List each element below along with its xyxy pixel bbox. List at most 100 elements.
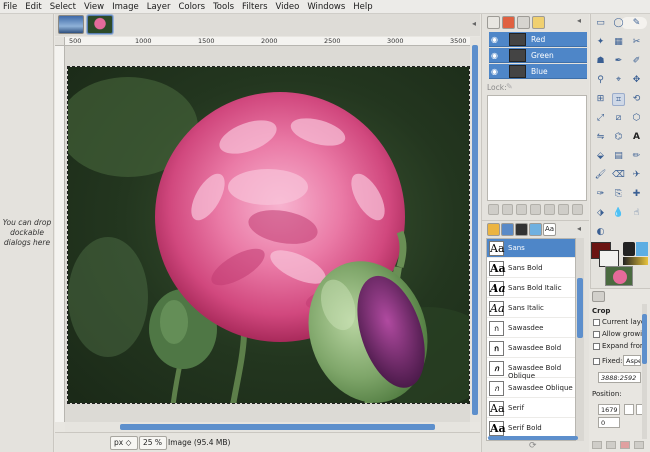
zoom-selector[interactable]: 25 % — [139, 436, 167, 450]
menu-view[interactable]: View — [84, 2, 104, 12]
rotate-icon[interactable]: ⟲ — [630, 93, 643, 106]
lock-icon[interactable]: ✎ — [506, 82, 513, 91]
font-list[interactable]: Aa Sans Aa Sans Bold Aa Sans Bold Italic Aa… — [486, 238, 576, 441]
dock-menu-icon[interactable]: ◂ — [577, 16, 581, 25]
image-tab-1[interactable] — [58, 15, 84, 34]
scale-icon[interactable]: ⤢ — [594, 112, 607, 125]
allow-growing-checkbox[interactable] — [593, 331, 600, 338]
fixed-mode-select[interactable]: Aspe — [623, 355, 641, 366]
zoom-icon[interactable]: ⚲ — [594, 74, 607, 87]
perspective-clone-icon[interactable]: ⬗ — [594, 207, 607, 220]
clone-icon[interactable]: ⎘ — [612, 188, 625, 201]
reset-options-icon[interactable] — [634, 441, 644, 449]
airbrush-icon[interactable]: ✈ — [630, 169, 643, 182]
menu-colors[interactable]: Colors — [178, 2, 205, 12]
pattern-preview-icon[interactable] — [636, 242, 648, 256]
blur-icon[interactable]: 💧 — [612, 207, 625, 220]
gradient-preview-icon[interactable] — [623, 257, 648, 265]
eye-icon[interactable]: ◉ — [491, 67, 500, 76]
lower-channel-icon[interactable] — [530, 204, 541, 215]
font-row[interactable]: Aa Sans — [487, 239, 575, 258]
position-stepper[interactable] — [624, 404, 634, 415]
move-icon[interactable]: ✥ — [630, 74, 643, 87]
eye-icon[interactable]: ◉ — [491, 35, 500, 44]
delete-options-icon[interactable] — [620, 441, 630, 449]
duplicate-channel-icon[interactable] — [544, 204, 555, 215]
foreground-select-icon[interactable]: ☗ — [594, 55, 607, 68]
font-row[interactable]: Aa Sans Bold — [487, 259, 575, 278]
vertical-scrollbar[interactable] — [470, 37, 480, 422]
pencil-icon[interactable]: ✏ — [630, 150, 643, 163]
palettes-tab[interactable] — [529, 223, 542, 236]
bucket-fill-icon[interactable]: ⬙ — [594, 150, 607, 163]
paintbrush-icon[interactable]: 🖌 — [594, 169, 607, 182]
horizontal-ruler[interactable]: 500 1000 1500 2000 2500 3000 3500 — [65, 37, 470, 46]
poppy-photo[interactable] — [67, 66, 470, 404]
channel-to-selection-icon[interactable] — [558, 204, 569, 215]
menu-help[interactable]: Help — [353, 2, 372, 12]
eraser-icon[interactable]: ⌫ — [612, 169, 625, 182]
position-y-field[interactable]: 0 — [598, 417, 620, 428]
fixed-checkbox[interactable] — [593, 358, 600, 365]
paths-tab[interactable] — [517, 16, 530, 29]
font-row[interactable]: Aa Sans Bold Italic — [487, 279, 575, 298]
crop-icon[interactable]: ⌗ — [612, 93, 625, 106]
perspective-icon[interactable]: ⬡ — [630, 112, 643, 125]
vertical-ruler[interactable] — [55, 46, 65, 422]
color-select-icon[interactable]: ▦ — [612, 36, 625, 49]
color-picker-icon[interactable]: ✐ — [630, 55, 643, 68]
menu-filters[interactable]: Filters — [242, 2, 267, 12]
background-color-swatch[interactable] — [599, 250, 619, 267]
font-list-scrollbar[interactable] — [576, 238, 584, 441]
ruler-corner[interactable] — [55, 37, 65, 46]
channel-row-red[interactable]: ◉ Red — [489, 32, 587, 47]
menu-select[interactable]: Select — [50, 2, 76, 12]
gradients-tab[interactable] — [515, 223, 528, 236]
delete-channel-icon[interactable] — [572, 204, 583, 215]
shear-icon[interactable]: ⧄ — [612, 112, 625, 125]
image-window-menu-icon[interactable]: ◂ — [472, 19, 476, 28]
font-row[interactable]: Aa Serif — [487, 399, 575, 418]
edit-channel-icon[interactable] — [488, 204, 499, 215]
aspect-ratio-field[interactable]: 3888:2592 — [598, 372, 641, 383]
image-tab-2[interactable] — [87, 15, 113, 34]
font-row[interactable]: ก Sawasdee Bold — [487, 339, 575, 358]
font-list-scroll-thumb[interactable] — [577, 278, 583, 338]
layers-tab[interactable] — [487, 16, 500, 29]
brush-preview-icon[interactable] — [623, 242, 635, 256]
unit-selector[interactable]: px ◇ — [110, 436, 138, 450]
canvas-area[interactable] — [65, 46, 470, 422]
new-channel-icon[interactable] — [502, 204, 513, 215]
align-icon[interactable]: ⊞ — [594, 93, 607, 106]
channel-row-green[interactable]: ◉ Green — [489, 48, 587, 63]
measure-icon[interactable]: ⌖ — [612, 74, 625, 87]
menu-video[interactable]: Video — [276, 2, 300, 12]
menu-image[interactable]: Image — [112, 2, 139, 12]
menu-windows[interactable]: Windows — [307, 2, 345, 12]
cage-icon[interactable]: ⌬ — [612, 131, 625, 144]
active-image-thumbnail[interactable] — [605, 266, 633, 286]
free-select-icon[interactable]: ✎ — [630, 17, 643, 30]
dodge-burn-icon[interactable]: ◐ — [594, 226, 607, 239]
font-row[interactable]: ก Sawasdee Bold Oblique — [487, 359, 575, 380]
blend-icon[interactable]: ▤ — [612, 150, 625, 163]
horizontal-scrollbar[interactable] — [65, 422, 470, 432]
vertical-scroll-thumb[interactable] — [472, 45, 478, 415]
paths-icon[interactable]: ✒ — [612, 55, 625, 68]
smudge-icon[interactable]: ☝ — [630, 207, 643, 220]
ink-icon[interactable]: ✑ — [594, 188, 607, 201]
menu-tools[interactable]: Tools — [213, 2, 234, 12]
dock-menu-icon[interactable]: ◂ — [577, 224, 581, 233]
font-row[interactable]: ก Sawasdee Oblique — [487, 379, 575, 398]
refresh-fonts-icon[interactable]: ⟳ — [529, 441, 537, 451]
current-layer-checkbox[interactable] — [593, 319, 600, 326]
undo-history-tab[interactable] — [532, 16, 545, 29]
brushes-tab[interactable] — [487, 223, 500, 236]
menu-layer[interactable]: Layer — [147, 2, 171, 12]
fonts-tab[interactable]: Aa — [543, 223, 556, 236]
patterns-tab[interactable] — [501, 223, 514, 236]
flip-icon[interactable]: ⇋ — [594, 131, 607, 144]
eye-icon[interactable]: ◉ — [491, 51, 500, 60]
tool-options-scrollbar[interactable] — [642, 304, 647, 439]
channel-row-blue[interactable]: ◉ Blue — [489, 64, 587, 79]
